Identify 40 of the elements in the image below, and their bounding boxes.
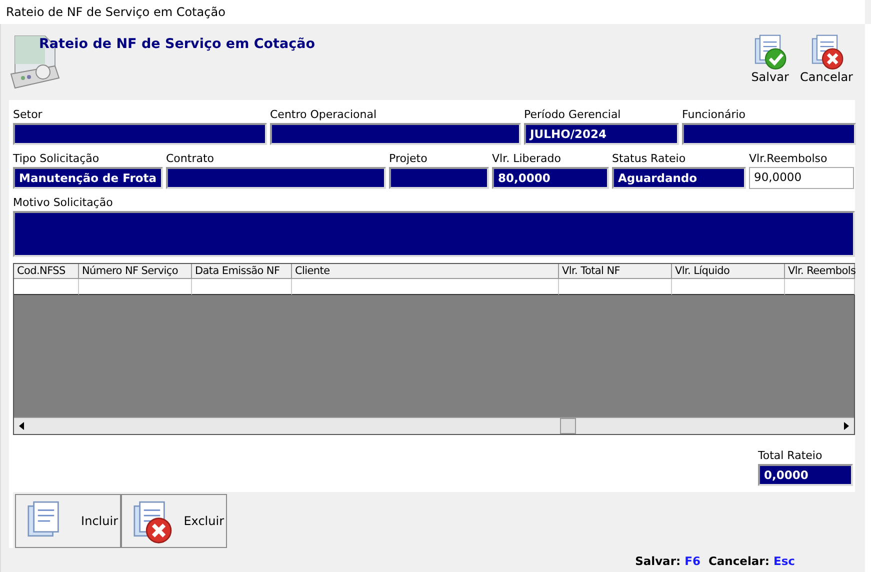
readonly-field[interactable]: [389, 167, 489, 189]
column-header[interactable]: Cliente: [292, 264, 559, 279]
readonly-field[interactable]: [270, 123, 521, 145]
readonly-field[interactable]: 80,0000: [492, 167, 609, 189]
readonly-field[interactable]: [13, 123, 267, 145]
field-label: Motivo Solicitação: [13, 195, 114, 211]
add-button[interactable]: Incluir: [15, 494, 121, 548]
column-header[interactable]: Vlr. Líquido: [672, 264, 785, 279]
cancel-button[interactable]: Cancelar: [796, 32, 857, 100]
column-header[interactable]: Cod.NFSS: [14, 264, 79, 279]
delete-button[interactable]: Excluir: [121, 494, 227, 548]
shortcut-hint: Cancelar: Esc: [708, 554, 795, 568]
scroll-thumb[interactable]: [560, 418, 576, 434]
readonly-field[interactable]: JULHO/2024: [524, 123, 679, 145]
form-title: Rateio de NF de Serviço em Cotação: [39, 36, 315, 52]
field-label: Vlr.Reembolso: [749, 151, 828, 167]
readonly-field[interactable]: [682, 123, 856, 145]
readonly-field[interactable]: Manutenção de Frota: [13, 167, 163, 189]
shortcut-hint: Salvar: F6: [635, 554, 700, 568]
column-header[interactable]: Vlr. Reembols: [785, 264, 855, 279]
column-header[interactable]: Data Emissão NF: [192, 264, 292, 279]
column-header[interactable]: Vlr. Total NF: [559, 264, 672, 279]
column-header[interactable]: Número NF Serviço: [79, 264, 192, 279]
input-field[interactable]: 90,0000: [749, 167, 854, 189]
readonly-field[interactable]: [166, 167, 386, 189]
field-label: Centro Operacional: [270, 107, 378, 123]
field-label: Vlr. Liberado: [492, 151, 562, 167]
field-label: Funcionário: [682, 107, 747, 123]
field-label: Contrato: [166, 151, 216, 167]
field-label: Status Rateio: [612, 151, 687, 167]
field-label: Projeto: [389, 151, 428, 167]
horizontal-scrollbar[interactable]: [14, 417, 854, 434]
field-label: Período Gerencial: [524, 107, 622, 123]
readonly-field[interactable]: 0,0000: [758, 464, 853, 486]
field-label: Tipo Solicitação: [13, 151, 100, 167]
readonly-field[interactable]: Aguardando: [612, 167, 746, 189]
readonly-text-area[interactable]: [13, 211, 855, 257]
field-label: Total Rateio: [758, 448, 822, 464]
field-label: Setor: [13, 107, 44, 123]
save-button[interactable]: Salvar: [744, 32, 796, 100]
